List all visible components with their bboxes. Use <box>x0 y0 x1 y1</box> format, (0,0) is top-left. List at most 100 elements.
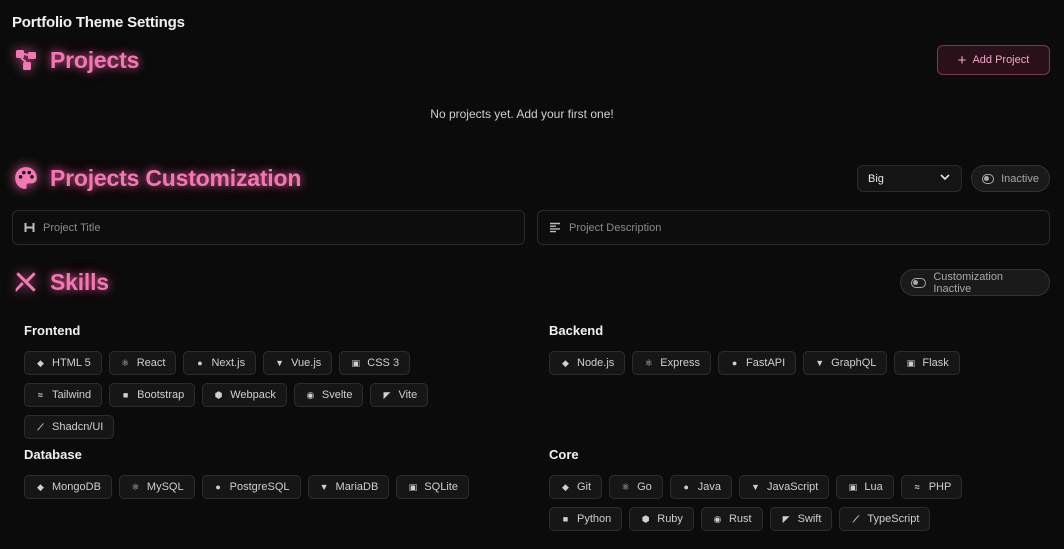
skill-chip-label: Webpack <box>230 389 276 401</box>
css-3-icon: ▣ <box>351 357 361 368</box>
lua-icon: ▣ <box>848 481 858 492</box>
skill-chip-swift[interactable]: ◤ Swift <box>769 507 833 531</box>
skill-chip-rust[interactable]: ◉ Rust <box>700 507 763 531</box>
skill-chip-go[interactable]: ⚛ Go <box>609 475 663 499</box>
skill-chip-label: HTML 5 <box>52 357 91 369</box>
skill-chip-shadcn-ui[interactable]: ⟋ Shadcn/UI <box>24 415 115 439</box>
skill-chip-tailwind[interactable]: ≈ Tailwind <box>24 383 103 407</box>
page-title: Portfolio Theme Settings <box>12 14 185 31</box>
size-select[interactable]: Big <box>857 165 962 192</box>
mysql-icon: ⚛ <box>131 481 140 492</box>
mariadb-icon: ▼ <box>319 482 329 492</box>
sqlite-icon: ▣ <box>408 481 418 492</box>
add-project-label: Add Project <box>972 54 1030 66</box>
chevron-down-icon <box>939 171 951 186</box>
skill-chip-php[interactable]: ≈ PHP <box>900 475 963 499</box>
skill-chip-label: FastAPI <box>746 357 786 369</box>
skill-chip-label: Svelte <box>321 389 353 401</box>
skill-chip-react[interactable]: ⚛ React <box>108 351 177 375</box>
backend-title: Backend <box>549 323 604 338</box>
skill-chip-sqlite[interactable]: ▣ SQLite <box>396 475 469 499</box>
skill-chip-label: Vue.js <box>291 357 322 369</box>
skill-chip-bootstrap[interactable]: ■ Bootstrap <box>109 383 196 407</box>
svelte-icon: ◉ <box>306 389 315 400</box>
skill-chip-graphql[interactable]: ▼ GraphQL <box>803 351 888 375</box>
customization-header: Projects Customization <box>12 164 301 192</box>
core-chips: ◆ Git ⚛ Go ● Java ▼ JavaScript ▣ Lua ≈ PHP ■ Python ⬢ R… <box>549 475 1034 531</box>
skill-chip-vite[interactable]: ◤ Vite <box>370 383 429 407</box>
skill-chip-label: Java <box>697 481 721 493</box>
skill-chip-ruby[interactable]: ⬢ Ruby <box>629 507 694 531</box>
python-icon: ■ <box>562 514 569 524</box>
webpack-icon: ⬢ <box>214 389 223 400</box>
projects-icon <box>12 46 40 74</box>
project-description-input[interactable] <box>569 221 1038 234</box>
skill-chip-git[interactable]: ◆ Git <box>549 475 603 499</box>
skill-chip-node-js[interactable]: ◆ Node.js <box>549 351 626 375</box>
skill-chip-label: Next.js <box>211 357 246 369</box>
skill-chip-java[interactable]: ● Java <box>669 475 732 499</box>
skill-chip-svelte[interactable]: ◉ Svelte <box>293 383 364 407</box>
skill-chip-label: Python <box>577 513 612 525</box>
php-icon: ≈ <box>914 482 920 492</box>
skill-chip-next-js[interactable]: ● Next.js <box>183 351 257 375</box>
git-icon: ◆ <box>562 481 569 492</box>
skill-chip-label: PHP <box>928 481 952 493</box>
skill-chip-label: MySQL <box>146 481 184 493</box>
projects-empty-message: No projects yet. Add your first one! <box>430 107 614 121</box>
customization-toggle[interactable]: Inactive <box>971 165 1050 192</box>
size-select-value: Big <box>868 172 884 185</box>
skill-chip-typescript[interactable]: ⟋ TypeScript <box>839 507 931 531</box>
skill-chip-mariadb[interactable]: ▼ MariaDB <box>307 475 390 499</box>
skill-chip-label: MongoDB <box>52 481 101 493</box>
bootstrap-icon: ■ <box>122 390 129 400</box>
react-icon: ⚛ <box>121 357 130 368</box>
swift-icon: ◤ <box>782 513 790 524</box>
java-icon: ● <box>683 482 689 492</box>
skill-chip-vue-js[interactable]: ▼ Vue.js <box>263 351 333 375</box>
skill-chip-lua[interactable]: ▣ Lua <box>836 475 894 499</box>
toggle-icon <box>982 173 995 184</box>
customization-status: Inactive <box>1001 172 1039 185</box>
skill-chip-mysql[interactable]: ⚛ MySQL <box>118 475 195 499</box>
skill-chip-label: Git <box>577 481 592 493</box>
skill-chip-label: Node.js <box>577 357 615 369</box>
project-description-field[interactable] <box>537 210 1050 245</box>
skill-chip-javascript[interactable]: ▼ JavaScript <box>739 475 830 499</box>
skill-chip-label: CSS 3 <box>367 357 400 369</box>
skill-chip-label: Lua <box>864 481 883 493</box>
skill-chip-html-5[interactable]: ◆ HTML 5 <box>24 351 102 375</box>
skill-chip-flask[interactable]: ▣ Flask <box>894 351 960 375</box>
skill-chip-fastapi[interactable]: ● FastAPI <box>718 351 797 375</box>
skill-chip-webpack[interactable]: ⬢ Webpack <box>202 383 287 407</box>
html-5-icon: ◆ <box>37 357 44 368</box>
skill-chip-postgresql[interactable]: ● PostgreSQL <box>201 475 301 499</box>
mongodb-icon: ◆ <box>37 481 44 492</box>
typescript-icon: ⟋ <box>852 513 860 524</box>
skill-chip-label: Rust <box>728 513 752 525</box>
tailwind-icon: ≈ <box>38 390 43 400</box>
skill-chip-express[interactable]: ⚛ Express <box>632 351 712 375</box>
flask-icon: ▣ <box>906 357 916 368</box>
node-js-icon: ◆ <box>562 357 569 368</box>
skill-chip-mongodb[interactable]: ◆ MongoDB <box>24 475 112 499</box>
ruby-icon: ⬢ <box>641 513 650 524</box>
skill-chip-label: Go <box>637 481 652 493</box>
skill-chip-python[interactable]: ■ Python <box>549 507 623 531</box>
skills-header: Skills <box>12 268 109 296</box>
next-js-icon: ● <box>197 358 203 368</box>
project-title-field[interactable] <box>12 210 525 245</box>
rust-icon: ◉ <box>713 513 722 524</box>
skill-chip-label: Express <box>660 357 701 369</box>
skill-chip-label: Flask <box>922 357 949 369</box>
core-title: Core <box>549 447 579 462</box>
skill-chip-label: TypeScript <box>867 513 920 525</box>
align-left-icon <box>549 222 561 233</box>
project-title-input[interactable] <box>43 221 513 234</box>
skill-chip-css-3[interactable]: ▣ CSS 3 <box>339 351 411 375</box>
add-project-button[interactable]: + Add Project <box>937 45 1050 75</box>
skills-customization-toggle[interactable]: Customization Inactive <box>900 269 1050 296</box>
toggle-icon <box>911 277 927 288</box>
fastapi-icon: ● <box>731 358 738 368</box>
frontend-title: Frontend <box>24 323 81 338</box>
